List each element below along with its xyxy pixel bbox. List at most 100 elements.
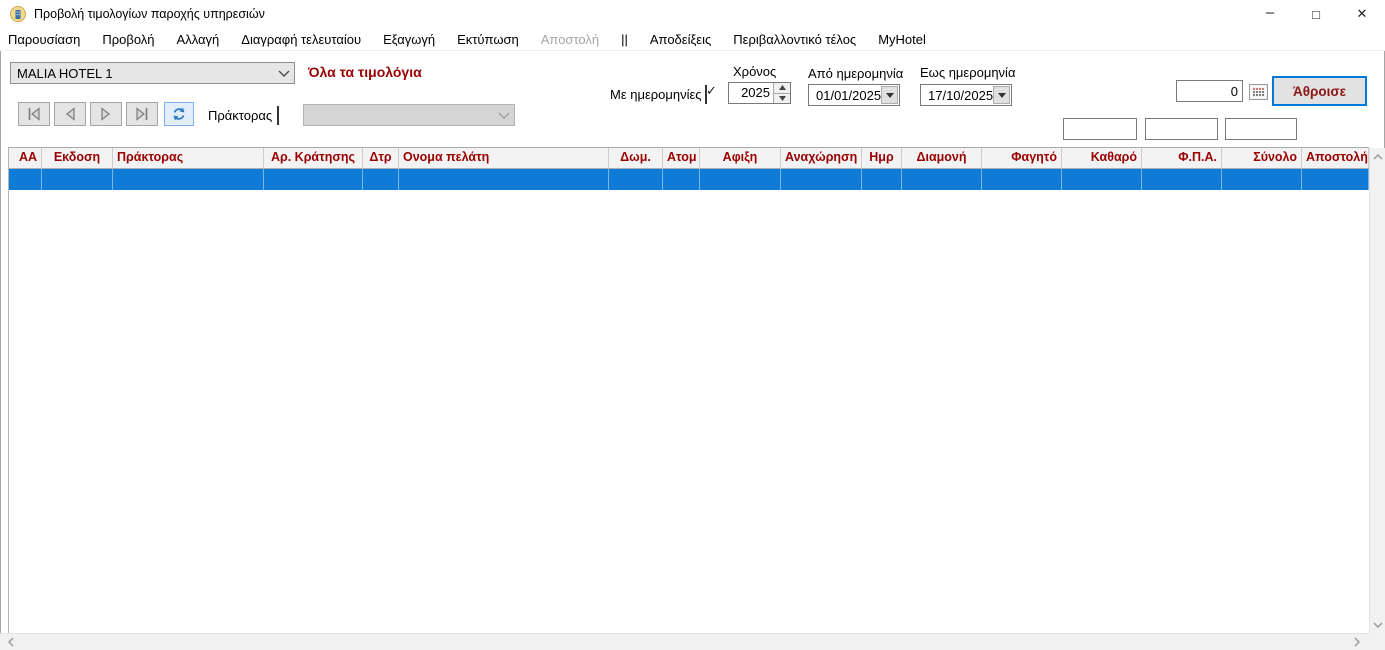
selected-cell-net[interactable] <box>1062 169 1142 190</box>
menu-item-print[interactable]: Εκτύπωση <box>446 30 530 49</box>
vertical-scrollbar[interactable] <box>1369 148 1385 633</box>
agent-label: Πράκτορας <box>208 108 272 123</box>
column-header-room[interactable]: Δωμ. <box>609 148 663 168</box>
column-header-vat[interactable]: Φ.Π.Α. <box>1142 148 1222 168</box>
column-header-dtr[interactable]: Δτρ <box>363 148 399 168</box>
column-header-stay[interactable]: Διαμονή <box>902 148 982 168</box>
column-header-customer-name[interactable]: Ονομα πελάτη <box>399 148 609 168</box>
horizontal-scrollbar[interactable] <box>0 633 1369 650</box>
column-header-net[interactable]: Καθαρό <box>1062 148 1142 168</box>
selected-cell-vat[interactable] <box>1142 169 1222 190</box>
agent-checkbox[interactable] <box>277 106 279 125</box>
menu-item-change[interactable]: Αλλαγή <box>166 30 231 49</box>
invoice-grid: ΑΑΕκδοσηΠράκτοραςΑρ. ΚράτησηςΔτρΟνομα πε… <box>8 147 1369 633</box>
menu-item-environmental-fee[interactable]: Περιβαλλοντικό τέλος <box>722 30 867 49</box>
selected-cell-persons[interactable] <box>663 169 700 190</box>
spinner-up-icon[interactable] <box>774 83 790 93</box>
column-header-agent[interactable]: Πράκτορας <box>113 148 264 168</box>
column-header-arrival[interactable]: Αφιξη <box>700 148 781 168</box>
first-record-button[interactable] <box>18 102 50 126</box>
calendar-dropdown-icon[interactable] <box>881 86 898 104</box>
agent-select <box>303 104 515 126</box>
calendar-dropdown-icon[interactable] <box>993 86 1010 104</box>
scroll-down-icon[interactable] <box>1370 616 1385 633</box>
column-header-aa[interactable]: ΑΑ <box>9 148 42 168</box>
column-header-issue[interactable]: Εκδοση <box>42 148 113 168</box>
from-date-value: 01/01/2025 <box>809 88 881 103</box>
with-dates-label: Με ημερομηνίες <box>610 87 702 102</box>
last-record-button[interactable] <box>126 102 158 126</box>
with-dates-checkbox[interactable] <box>705 85 707 104</box>
maximize-button[interactable]: □ <box>1293 0 1339 28</box>
app-icon <box>10 6 26 22</box>
column-header-food[interactable]: Φαγητό <box>982 148 1062 168</box>
menu-item-delete-last[interactable]: Διαγραφή τελευταίου <box>230 30 372 49</box>
selected-cell-agent[interactable] <box>113 169 264 190</box>
grid-body <box>9 190 1369 633</box>
year-spinner[interactable]: 2025 <box>728 82 791 104</box>
scrollbar-corner <box>1369 633 1385 650</box>
minimize-button[interactable]: – <box>1247 0 1293 28</box>
calculator-button[interactable] <box>1249 84 1268 100</box>
selected-cell-food[interactable] <box>982 169 1062 190</box>
selected-cell-send[interactable] <box>1302 169 1369 190</box>
selected-cell-stay[interactable] <box>902 169 982 190</box>
last-record-icon <box>133 107 151 121</box>
selected-cell-total[interactable] <box>1222 169 1302 190</box>
previous-record-button[interactable] <box>54 102 86 126</box>
selected-cell-customer-name[interactable] <box>399 169 609 190</box>
selected-cell-booking-no[interactable] <box>264 169 363 190</box>
refresh-button[interactable] <box>164 102 194 126</box>
count-input[interactable] <box>1176 80 1243 102</box>
menu-item-presentation[interactable]: Παρουσίαση <box>0 30 91 49</box>
hotel-select-value: MALIA HOTEL 1 <box>11 66 274 81</box>
sum-field[interactable] <box>1145 118 1218 140</box>
chevron-down-icon <box>274 70 294 77</box>
title-bar: Προβολή τιμολογίων παροχής υπηρεσιών – □… <box>0 0 1385 28</box>
column-header-persons[interactable]: Ατομ <box>663 148 700 168</box>
sum-field[interactable] <box>1225 118 1297 140</box>
to-date-picker[interactable]: 17/10/2025 <box>920 84 1012 106</box>
selected-cell-arrival[interactable] <box>700 169 781 190</box>
menu-item-export[interactable]: Εξαγωγή <box>372 30 446 49</box>
grid-header-row: ΑΑΕκδοσηΠράκτοραςΑρ. ΚράτησηςΔτρΟνομα πε… <box>9 148 1369 169</box>
next-record-icon <box>98 107 114 121</box>
to-date-label: Εως ημερομηνία <box>920 65 1015 80</box>
previous-record-icon <box>62 107 78 121</box>
window-title: Προβολή τιμολογίων παροχής υπηρεσιών <box>34 7 265 21</box>
column-header-departure[interactable]: Αναχώρηση <box>781 148 862 168</box>
to-date-value: 17/10/2025 <box>921 88 993 103</box>
menu-item-receipts[interactable]: Αποδείξεις <box>639 30 722 49</box>
menu-item-separator[interactable]: || <box>610 30 639 49</box>
menu-item-myhotel[interactable]: MyHotel <box>867 30 937 49</box>
next-record-button[interactable] <box>90 102 122 126</box>
scroll-up-icon[interactable] <box>1370 148 1385 165</box>
scroll-right-icon[interactable] <box>1348 634 1365 650</box>
sum-field[interactable] <box>1063 118 1137 140</box>
column-header-send[interactable]: Αποστολή <box>1302 148 1369 168</box>
selected-cell-aa[interactable] <box>9 169 42 190</box>
menu-item-view[interactable]: Προβολή <box>91 30 165 49</box>
sum-button[interactable]: Άθροισε <box>1272 76 1367 106</box>
close-button[interactable]: ✕ <box>1339 0 1385 28</box>
column-header-booking-no[interactable]: Αρ. Κράτησης <box>264 148 363 168</box>
selected-cell-room[interactable] <box>609 169 663 190</box>
column-header-total[interactable]: Σύνολο <box>1222 148 1302 168</box>
spinner-down-icon[interactable] <box>774 93 790 104</box>
selected-cell-issue[interactable] <box>42 169 113 190</box>
filter-title: Όλα τα τιμολόγια <box>308 64 422 80</box>
from-date-picker[interactable]: 01/01/2025 <box>808 84 900 106</box>
calculator-icon <box>1252 87 1265 97</box>
hotel-select[interactable]: MALIA HOTEL 1 <box>10 62 295 84</box>
grid-selected-row[interactable] <box>9 169 1369 190</box>
refresh-icon <box>171 106 187 122</box>
selected-cell-departure[interactable] <box>781 169 862 190</box>
selected-cell-days[interactable] <box>862 169 902 190</box>
from-date-label: Από ημερομηνία <box>808 66 903 81</box>
menu-item-send: Αποστολή <box>530 30 610 49</box>
selected-cell-dtr[interactable] <box>363 169 399 190</box>
scroll-left-icon[interactable] <box>2 634 19 650</box>
window-controls: – □ ✕ <box>1247 0 1385 28</box>
column-header-days[interactable]: Ημρ <box>862 148 902 168</box>
year-label: Χρόνος <box>733 64 776 79</box>
